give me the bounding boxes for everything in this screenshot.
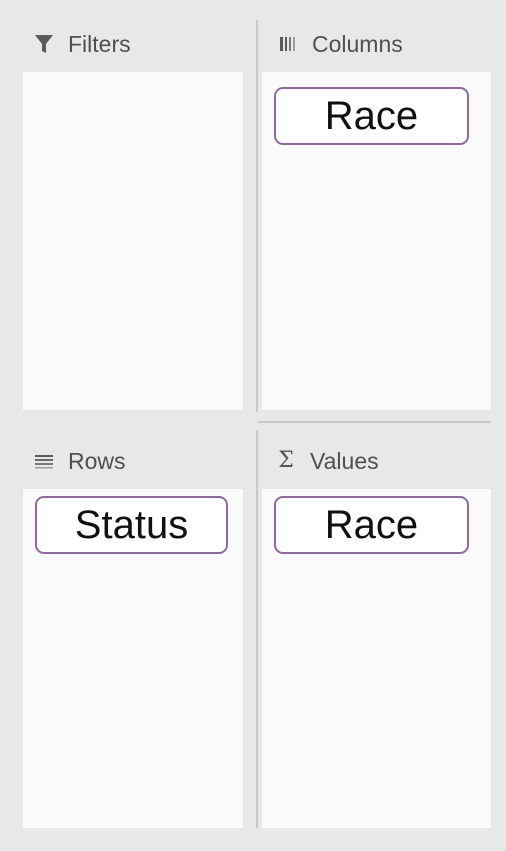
horizontal-divider [258, 421, 491, 423]
values-label: Values [310, 447, 379, 474]
columns-icon [276, 32, 300, 56]
pivot-field-areas-panel: Filters Columns Race Rows Status Σ Value… [0, 0, 506, 851]
rows-icon [32, 449, 56, 473]
vertical-divider-top [256, 20, 258, 412]
vertical-divider-bottom [256, 430, 258, 828]
sigma-icon: Σ [278, 448, 294, 473]
filters-drop-zone[interactable] [23, 72, 243, 410]
values-header: Σ Values [274, 443, 379, 479]
filters-label: Filters [68, 30, 131, 57]
filter-icon [32, 32, 56, 56]
rows-drop-zone[interactable]: Status [23, 489, 243, 828]
columns-field-race[interactable]: Race [274, 87, 469, 145]
values-field-race[interactable]: Race [274, 496, 469, 554]
columns-drop-zone[interactable]: Race [262, 72, 491, 410]
values-drop-zone[interactable]: Race [262, 489, 491, 828]
columns-header: Columns [276, 26, 403, 62]
rows-field-status[interactable]: Status [35, 496, 228, 554]
columns-label: Columns [312, 30, 403, 57]
rows-label: Rows [68, 447, 126, 474]
rows-header: Rows [32, 443, 126, 479]
filters-header: Filters [32, 26, 131, 62]
